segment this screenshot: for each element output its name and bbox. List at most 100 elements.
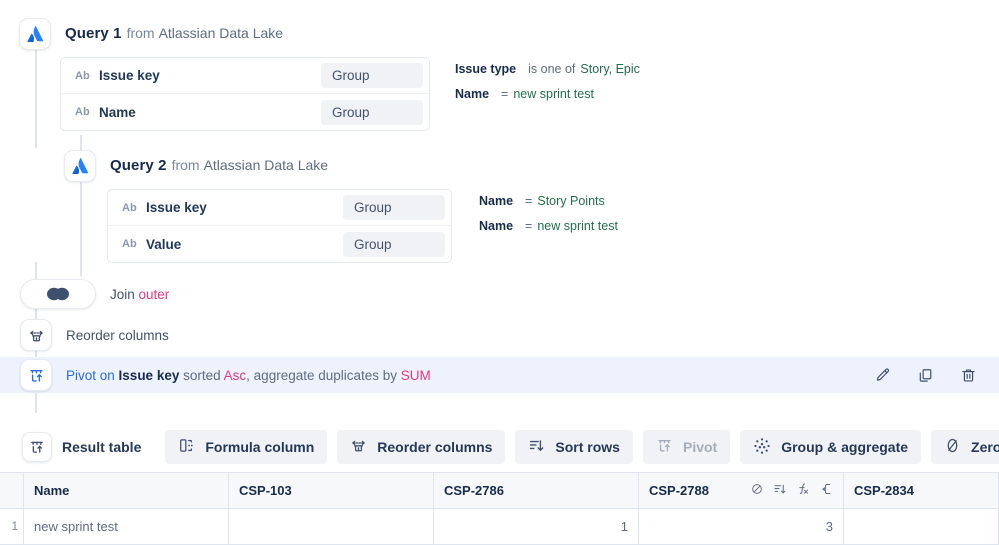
column-header-label: CSP-2786 — [444, 483, 504, 498]
column-header-label: CSP-2834 — [854, 483, 914, 498]
query-1-source: Atlassian Data Lake — [158, 25, 284, 41]
row-number: 1 — [0, 509, 24, 545]
toolbar-formula-column-button[interactable]: Formula column — [165, 430, 328, 464]
toolbar-result-table-label: Result table — [62, 439, 142, 455]
row-number-header — [0, 473, 24, 509]
condition-operator: = — [501, 87, 509, 101]
toolbar-zero-fill-button[interactable]: Zero fill — [931, 430, 999, 464]
query-1-title: Query 1 — [65, 25, 122, 42]
toolbar-formula-column-label: Formula column — [205, 439, 315, 455]
toolbar-sort-rows-button[interactable]: Sort rows — [515, 430, 633, 464]
table-header-row: Name CSP-103 CSP-2786 CSP-2788 CSP-2834 — [0, 473, 999, 509]
field-mode-select[interactable]: Group — [321, 99, 423, 125]
field-mode-select[interactable]: Group — [321, 63, 423, 88]
condition-row[interactable]: Name = Story Points — [479, 194, 618, 219]
pivot-aggregate-function: SUM — [400, 367, 431, 383]
group-aggregate-icon — [753, 437, 771, 458]
reorder-columns-icon — [350, 437, 367, 457]
column-header-csp-103[interactable]: CSP-103 — [229, 473, 434, 509]
pipeline-rail-tail — [35, 393, 37, 413]
condition-field: Issue type — [455, 62, 517, 76]
column-header-csp-2834[interactable]: CSP-2834 — [844, 473, 999, 509]
table-cell-csp-103[interactable] — [229, 509, 434, 545]
query-1-field-row-1[interactable]: Ab Name Group — [61, 94, 429, 130]
toolbar-pivot-label: Pivot — [682, 439, 718, 455]
query-2-field-row-1[interactable]: Ab Value Group — [108, 226, 451, 262]
field-name: Issue key — [146, 200, 207, 215]
condition-value: new sprint test — [513, 87, 594, 101]
sort-column-icon[interactable] — [773, 482, 787, 499]
column-header-name[interactable]: Name — [24, 473, 229, 509]
query-2-conditions: Name = Story Points Name = new sprint te… — [479, 194, 618, 244]
column-header-actions — [750, 482, 833, 499]
toolbar-sort-rows-label: Sort rows — [555, 439, 620, 455]
query-2-from-label: from — [171, 157, 200, 173]
toolbar-zero-fill-label: Zero fill — [971, 439, 999, 455]
column-header-label: CSP-2788 — [649, 483, 709, 498]
step-reorder-label: Reorder columns — [66, 327, 169, 343]
group-column-icon[interactable] — [819, 482, 833, 499]
text-type-icon: Ab — [122, 201, 137, 214]
toolbar-group-aggregate-label: Group & aggregate — [781, 439, 909, 455]
pivot-aggregate-label: , aggregate duplicates by — [246, 367, 398, 383]
toolbar-pivot-button: Pivot — [642, 430, 731, 464]
step-pivot[interactable]: Pivot on Issue key sorted Asc, aggregate… — [0, 357, 999, 393]
query-2-title: Query 2 — [110, 157, 167, 174]
column-header-csp-2786[interactable]: CSP-2786 — [434, 473, 639, 509]
duplicate-step-icon[interactable] — [917, 367, 934, 384]
field-name: Value — [146, 236, 182, 252]
reorder-columns-icon — [20, 319, 52, 351]
pipeline-rail-q2 — [80, 180, 82, 276]
toolbar-result-table-button[interactable]: Result table — [8, 430, 156, 464]
pivot-sorted-label: sorted — [183, 367, 221, 383]
pivot-icon — [20, 359, 52, 391]
condition-row[interactable]: Name = new sprint test — [479, 219, 618, 244]
query-builder-canvas: Query 1 from Atlassian Data Lake Ab Issue … — [0, 0, 999, 545]
column-header-label: CSP-103 — [239, 483, 292, 498]
edit-step-icon[interactable] — [874, 367, 891, 384]
field-mode-select[interactable]: Group — [343, 195, 445, 220]
field-name: Name — [99, 104, 136, 120]
table-cell-csp-2786[interactable]: 1 — [434, 509, 639, 545]
zero-fill-icon — [944, 437, 961, 457]
text-type-icon: Ab — [122, 238, 137, 250]
formula-column-icon — [178, 437, 195, 457]
condition-field: Name — [479, 219, 514, 233]
condition-row[interactable]: Issue type is one of Story, Epic — [455, 62, 640, 87]
query-1-field-row-0[interactable]: Ab Issue key Group — [61, 58, 429, 94]
column-header-csp-2788[interactable]: CSP-2788 — [639, 473, 844, 509]
column-header-label: Name — [34, 483, 70, 498]
text-type-icon: Ab — [75, 69, 90, 82]
query-2-field-row-0[interactable]: Ab Issue key Group — [108, 190, 451, 226]
atlassian-logo-icon — [19, 18, 51, 50]
condition-operator: = — [525, 194, 533, 208]
delete-step-icon[interactable] — [960, 367, 977, 384]
sort-rows-icon — [528, 437, 545, 457]
formula-column-icon[interactable] — [796, 482, 810, 499]
condition-value: Story Points — [537, 194, 605, 208]
step-join[interactable]: Join outer — [0, 276, 999, 312]
step-pivot-label: Pivot on Issue key sorted Asc, aggregate… — [66, 368, 431, 383]
condition-field: Name — [479, 194, 514, 208]
query-1-header: Query 1 from Atlassian Data Lake — [19, 18, 283, 50]
query-2-source: Atlassian Data Lake — [203, 157, 329, 173]
table-cell-name[interactable]: new sprint test — [24, 509, 229, 545]
pipeline-rail-q1 — [35, 48, 37, 148]
pivot-icon — [656, 437, 673, 457]
text-type-icon: Ab — [75, 106, 90, 118]
condition-value: Story, Epic — [580, 62, 640, 76]
table-cell-csp-2788[interactable]: 3 — [639, 509, 844, 545]
step-reorder-columns[interactable]: Reorder columns — [0, 317, 999, 353]
condition-row[interactable]: Name = new sprint test — [455, 87, 640, 112]
table-row[interactable]: 1 new sprint test 1 3 — [0, 509, 999, 545]
join-outer-icon — [20, 279, 96, 309]
query-2-header: Query 2 from Atlassian Data Lake — [64, 150, 328, 182]
field-mode-select[interactable]: Group — [343, 231, 445, 257]
toolbar-reorder-columns-button[interactable]: Reorder columns — [337, 430, 506, 464]
result-toolbar: Result table Formula column Reorder colu… — [0, 422, 999, 473]
table-cell-csp-2834[interactable] — [844, 509, 999, 545]
toolbar-group-aggregate-button[interactable]: Group & aggregate — [740, 430, 922, 464]
hide-column-icon[interactable] — [750, 482, 764, 499]
toolbar-reorder-columns-label: Reorder columns — [377, 439, 493, 455]
query-2-title-group: Query 2 from Atlassian Data Lake — [110, 157, 328, 175]
